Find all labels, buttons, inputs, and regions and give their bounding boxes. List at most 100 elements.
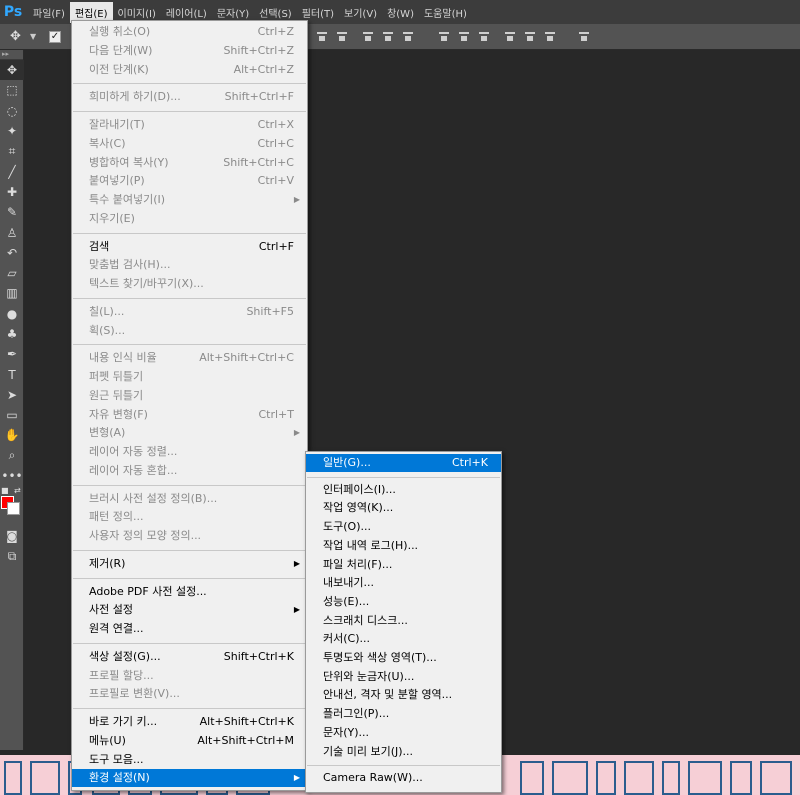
menu-item-8[interactable]: 성능(E)... (306, 593, 501, 611)
menu-item-39[interactable]: 프로필 할당... (72, 667, 307, 685)
align-vertical-center-icon[interactable] (336, 31, 348, 43)
menu-item-11[interactable]: 지우기(E) (72, 210, 307, 228)
menu-item-10[interactable]: 커서(C)... (306, 630, 501, 648)
more-tools-icon[interactable]: ••• (0, 466, 24, 486)
menu-item-6[interactable]: 잘라내기(T) Ctrl+X (72, 116, 307, 134)
align-top-icon[interactable] (316, 31, 328, 43)
menu-item-43[interactable]: 메뉴(U) Alt+Shift+Ctrl+M (72, 732, 307, 750)
brush-icon[interactable]: ✎ (0, 202, 24, 222)
menu-item-15[interactable]: 문자(Y)... (306, 724, 501, 742)
gradient-icon[interactable]: ▥ (0, 283, 24, 303)
menu-item-26[interactable]: 레이어 자동 혼합... (72, 462, 307, 480)
menu-item-13[interactable]: 검색 Ctrl+F (72, 238, 307, 256)
chevron-down-icon[interactable]: ▼ (30, 32, 36, 41)
menu-9[interactable]: 도움말(H) (419, 2, 472, 23)
marquee-icon[interactable]: ⬚ (0, 80, 24, 100)
menu-7[interactable]: 보기(V) (339, 2, 382, 23)
menu-item-42[interactable]: 바로 가기 키... Alt+Shift+Ctrl+K (72, 713, 307, 731)
menu-item-36[interactable]: 원격 연결... (72, 620, 307, 638)
align-horizontal-center-icon[interactable] (402, 31, 414, 43)
menu-item-4[interactable]: 희미하게 하기(D)... Shift+Ctrl+F (72, 88, 307, 106)
menu-item-22[interactable]: 원근 뒤틀기 (72, 387, 307, 405)
menu-item-16[interactable]: 기술 미리 보기(J)... (306, 743, 501, 761)
menu-item-17[interactable]: 칠(L)... Shift+F5 (72, 303, 307, 321)
screen-mode-icon[interactable]: ⧉ (0, 547, 24, 567)
healing-brush-icon[interactable]: ✚ (0, 182, 24, 202)
menu-item-28[interactable]: 브러시 사전 설정 정의(B)... (72, 490, 307, 508)
menu-item-14[interactable]: 플러그인(P)... (306, 705, 501, 723)
background-color-swatch[interactable] (7, 502, 20, 516)
history-brush-icon[interactable]: ↶ (0, 243, 24, 263)
distribute-bottom-icon[interactable] (478, 31, 490, 43)
menu-item-40[interactable]: 프로필로 변환(V)... (72, 685, 307, 703)
menu-item-20[interactable]: 내용 인식 비율 Alt+Shift+Ctrl+C (72, 349, 307, 367)
menu-item-1[interactable]: 다음 단계(W) Shift+Ctrl+Z (72, 42, 307, 60)
menu-item-6[interactable]: 파일 처리(F)... (306, 556, 501, 574)
menu-item-32[interactable]: 제거(R) ▶ (72, 555, 307, 573)
menu-item-29[interactable]: 패턴 정의... (72, 508, 307, 526)
blur-icon[interactable]: ● (0, 304, 24, 324)
menu-item-21[interactable]: 퍼펫 뒤틀기 (72, 368, 307, 386)
pen-icon[interactable]: ✒ (0, 344, 24, 364)
lasso-icon[interactable]: ◌ (0, 101, 24, 121)
menu-item-0[interactable]: 실행 취소(O) Ctrl+Z (72, 23, 307, 41)
distribute-horizontal-center-icon[interactable] (524, 31, 536, 43)
crop-icon[interactable]: ⌗ (0, 141, 24, 161)
panel-collapse-handle[interactable]: ▸▸ (0, 50, 23, 60)
menu-item-30[interactable]: 사용자 정의 모양 정의... (72, 527, 307, 545)
menu-item-25[interactable]: 레이어 자동 정렬... (72, 443, 307, 461)
menu-item-45[interactable]: 환경 설정(N) ▶ (72, 769, 307, 788)
align-left-icon[interactable] (382, 31, 394, 43)
menu-item-label: 획(S)... (89, 323, 126, 337)
menu-item-18[interactable]: 획(S)... (72, 322, 307, 340)
menu-item-10[interactable]: 특수 붙여넣기(I) ▶ (72, 191, 307, 209)
auto-select-checkbox[interactable]: ✓ (49, 31, 61, 43)
eraser-icon[interactable]: ▱ (0, 263, 24, 283)
path-selection-icon[interactable]: ➤ (0, 385, 24, 405)
dodge-icon[interactable]: ♣ (0, 324, 24, 344)
menu-item-7[interactable]: 내보내기... (306, 574, 501, 592)
distribute-left-icon[interactable] (504, 31, 516, 43)
move-icon[interactable]: ✥ (0, 60, 24, 81)
distribute-right-icon[interactable] (544, 31, 556, 43)
clone-stamp-icon[interactable]: ♙ (0, 222, 24, 242)
menu-item-35[interactable]: 사전 설정 ▶ (72, 601, 307, 619)
menu-8[interactable]: 창(W) (382, 2, 419, 23)
menu-item-38[interactable]: 색상 설정(G)... Shift+Ctrl+K (72, 648, 307, 666)
menu-item-0[interactable]: 일반(G)... Ctrl+K (306, 454, 501, 472)
swap-colors-icon[interactable]: ⇄ (14, 486, 21, 495)
menu-item-15[interactable]: 텍스트 찾기/바꾸기(X)... (72, 275, 307, 293)
quick-mask-icon[interactable]: ◙ (0, 526, 24, 546)
menu-item-9[interactable]: 스크래치 디스크... (306, 612, 501, 630)
menu-item-2[interactable]: 이전 단계(K) Alt+Ctrl+Z (72, 61, 307, 79)
distribute-top-icon[interactable] (438, 31, 450, 43)
menu-0[interactable]: 파일(F) (28, 2, 70, 23)
menu-item-4[interactable]: 도구(O)... (306, 518, 501, 536)
default-colors-icon[interactable]: ■ (1, 486, 9, 495)
move-tool-preset-icon[interactable]: ✥ (10, 30, 24, 44)
menu-item-9[interactable]: 붙여넣기(P) Ctrl+V (72, 172, 307, 190)
type-icon[interactable]: T (0, 364, 24, 384)
menu-item-44[interactable]: 도구 모음... (72, 751, 307, 769)
menu-item-11[interactable]: 투명도와 색상 영역(T)... (306, 649, 501, 667)
menu-item-13[interactable]: 안내선, 격자 및 분할 영역... (306, 686, 501, 704)
menu-item-23[interactable]: 자유 변형(F) Ctrl+T (72, 406, 307, 424)
rectangle-icon[interactable]: ▭ (0, 405, 24, 425)
menu-item-2[interactable]: 인터페이스(I)... (306, 481, 501, 499)
zoom-icon[interactable]: ⌕ (0, 446, 24, 466)
menu-item-18[interactable]: Camera Raw(W)... (306, 769, 501, 787)
hand-icon[interactable]: ✋ (0, 425, 24, 445)
align-bottom-icon[interactable] (362, 31, 374, 43)
auto-align-layers-icon[interactable] (578, 31, 590, 43)
menu-item-24[interactable]: 변형(A) ▶ (72, 424, 307, 442)
menu-item-7[interactable]: 복사(C) Ctrl+C (72, 135, 307, 153)
eyedropper-icon[interactable]: ╱ (0, 161, 24, 181)
menu-item-8[interactable]: 병합하여 복사(Y) Shift+Ctrl+C (72, 154, 307, 172)
menu-item-12[interactable]: 단위와 눈금자(U)... (306, 668, 501, 686)
distribute-vertical-center-icon[interactable] (458, 31, 470, 43)
menu-item-3[interactable]: 작업 영역(K)... (306, 499, 501, 517)
menu-item-14[interactable]: 맞춤법 검사(H)... (72, 256, 307, 274)
magic-wand-icon[interactable]: ✦ (0, 121, 24, 141)
menu-item-34[interactable]: Adobe PDF 사전 설정... (72, 583, 307, 601)
menu-item-5[interactable]: 작업 내역 로그(H)... (306, 537, 501, 555)
